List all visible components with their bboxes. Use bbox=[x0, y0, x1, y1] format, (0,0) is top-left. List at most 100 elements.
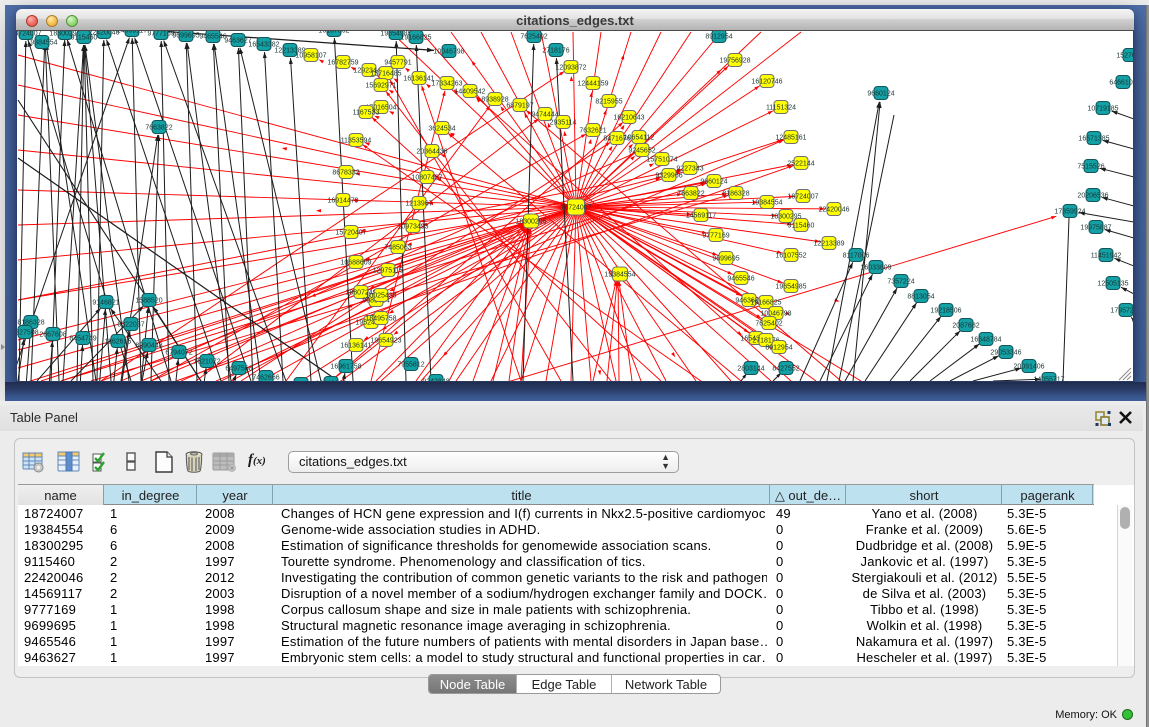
svg-text:11451942: 11451942 bbox=[1091, 253, 1122, 260]
svg-text:9777169: 9777169 bbox=[702, 233, 729, 240]
svg-text:9465546: 9465546 bbox=[727, 276, 754, 283]
svg-text:16782759: 16782759 bbox=[327, 60, 358, 67]
svg-text:8990448: 8990448 bbox=[135, 343, 162, 350]
svg-text:19384554: 19384554 bbox=[751, 200, 782, 207]
svg-text:19756928: 19756928 bbox=[719, 58, 750, 65]
svg-text:19975887: 19975887 bbox=[1080, 225, 1111, 232]
svg-text:18300295: 18300295 bbox=[515, 219, 546, 226]
svg-text:2867608: 2867608 bbox=[39, 332, 66, 339]
svg-text:1527602: 1527602 bbox=[1116, 53, 1134, 60]
svg-text:1162615: 1162615 bbox=[105, 339, 132, 346]
svg-text:20206536: 20206536 bbox=[1077, 193, 1108, 200]
svg-text:9115460: 9115460 bbox=[788, 223, 815, 230]
svg-text:19654985: 19654985 bbox=[775, 284, 806, 291]
svg-text:6466100: 6466100 bbox=[1109, 80, 1134, 87]
svg-text:16107552: 16107552 bbox=[775, 253, 806, 260]
svg-text:15720407: 15720407 bbox=[335, 230, 366, 237]
svg-text:9465546: 9465546 bbox=[199, 34, 226, 41]
svg-text:7462666: 7462666 bbox=[252, 375, 279, 382]
svg-text:8215955: 8215955 bbox=[595, 99, 622, 106]
svg-text:18495758: 18495758 bbox=[365, 316, 396, 323]
svg-text:12505135: 12505135 bbox=[1097, 281, 1128, 288]
svg-text:7625402: 7625402 bbox=[520, 34, 547, 41]
svg-text:12093872: 12093872 bbox=[555, 65, 586, 72]
svg-text:15716485: 15716485 bbox=[370, 71, 401, 78]
svg-text:12485161: 12485161 bbox=[775, 135, 806, 142]
svg-text:7955812: 7955812 bbox=[397, 362, 424, 369]
svg-text:6879197: 6879197 bbox=[506, 103, 533, 110]
svg-text:7625402: 7625402 bbox=[755, 321, 782, 328]
svg-text:7632621: 7632621 bbox=[579, 128, 606, 135]
svg-text:17359924: 17359924 bbox=[1054, 209, 1085, 216]
svg-text:17957225: 17957225 bbox=[1110, 308, 1134, 315]
svg-text:7515526: 7515526 bbox=[1077, 164, 1104, 171]
svg-text:9227343: 9227343 bbox=[676, 166, 703, 173]
svg-text:8186328: 8186328 bbox=[722, 191, 749, 198]
svg-text:12444159: 12444159 bbox=[577, 81, 608, 88]
svg-text:14569117: 14569117 bbox=[686, 213, 717, 220]
svg-text:18724007: 18724007 bbox=[787, 194, 818, 201]
svg-text:9329966: 9329966 bbox=[655, 173, 682, 180]
svg-text:16671385: 16671385 bbox=[1078, 136, 1109, 143]
svg-text:22420046: 22420046 bbox=[818, 207, 849, 214]
svg-text:9660124: 9660124 bbox=[867, 91, 894, 98]
svg-text:16961758: 16961758 bbox=[330, 364, 361, 371]
svg-text:6794072: 6794072 bbox=[165, 350, 192, 357]
svg-text:29053346: 29053346 bbox=[990, 350, 1021, 357]
svg-text:2087682: 2087682 bbox=[952, 323, 979, 330]
svg-text:12975115: 12975115 bbox=[373, 268, 404, 275]
svg-text:15692971: 15692971 bbox=[365, 83, 396, 90]
svg-text:8912954: 8912954 bbox=[705, 34, 732, 41]
svg-text:20364436: 20364436 bbox=[416, 149, 447, 156]
svg-text:8938928: 8938928 bbox=[481, 97, 508, 104]
svg-text:9457791: 9457791 bbox=[384, 60, 411, 67]
svg-text:2522144: 2522144 bbox=[787, 161, 814, 168]
svg-text:8117006: 8117006 bbox=[843, 253, 870, 260]
svg-text:12213389: 12213389 bbox=[813, 241, 844, 248]
svg-text:17334263: 17334263 bbox=[431, 81, 462, 88]
svg-text:10807487: 10807487 bbox=[411, 175, 442, 182]
svg-text:19218506: 19218506 bbox=[930, 308, 961, 315]
svg-text:16210643: 16210643 bbox=[613, 115, 644, 122]
svg-text:10958107: 10958107 bbox=[295, 53, 326, 60]
svg-text:11151324: 11151324 bbox=[766, 105, 796, 112]
svg-text:16107552: 16107552 bbox=[318, 31, 349, 35]
svg-text:19654923: 19654923 bbox=[370, 338, 401, 345]
svg-text:7663822: 7663822 bbox=[145, 125, 172, 132]
svg-text:18724007: 18724007 bbox=[560, 205, 591, 212]
svg-text:16914479: 16914479 bbox=[327, 198, 358, 205]
svg-text:7663822: 7663822 bbox=[677, 191, 704, 198]
svg-text:8427552: 8427552 bbox=[772, 366, 799, 373]
svg-text:2718176: 2718176 bbox=[542, 48, 569, 55]
svg-text:2935114: 2935114 bbox=[550, 120, 577, 127]
svg-text:9699695: 9699695 bbox=[712, 256, 739, 263]
svg-text:7485063: 7485063 bbox=[384, 245, 411, 252]
svg-text:9146821: 9146821 bbox=[92, 300, 119, 307]
svg-text:10025438: 10025438 bbox=[365, 293, 396, 300]
svg-text:16033809: 16033809 bbox=[860, 265, 891, 272]
svg-text:8912954: 8912954 bbox=[765, 345, 792, 352]
svg-text:6497568: 6497568 bbox=[225, 366, 252, 373]
svg-text:9327508: 9327508 bbox=[17, 330, 39, 337]
svg-text:9660124: 9660124 bbox=[700, 179, 727, 186]
svg-text:8813054: 8813054 bbox=[907, 294, 934, 301]
svg-text:9474444: 9474444 bbox=[531, 112, 558, 119]
svg-text:7357224: 7357224 bbox=[887, 279, 914, 286]
svg-text:19384554: 19384554 bbox=[26, 40, 57, 47]
svg-text:11353594: 11353594 bbox=[341, 138, 372, 145]
svg-text:1213967: 1213967 bbox=[405, 201, 432, 208]
svg-text:1621072: 1621072 bbox=[193, 359, 220, 366]
svg-text:8454749: 8454749 bbox=[69, 336, 96, 343]
svg-text:10046798: 10046798 bbox=[433, 49, 464, 56]
svg-text:16136141: 16136141 bbox=[340, 343, 371, 350]
svg-text:16120746: 16120746 bbox=[751, 79, 782, 86]
svg-text:10719185: 10719185 bbox=[1087, 106, 1118, 113]
svg-text:9699695: 9699695 bbox=[172, 33, 199, 40]
svg-text:1167533: 1167533 bbox=[353, 110, 380, 117]
svg-text:2803144: 2803144 bbox=[737, 366, 764, 373]
svg-text:3624534: 3624534 bbox=[428, 126, 455, 133]
svg-text:22420046: 22420046 bbox=[88, 31, 119, 37]
svg-text:14569117: 14569117 bbox=[117, 31, 148, 35]
svg-text:1588520: 1588520 bbox=[135, 298, 162, 305]
svg-text:10688609: 10688609 bbox=[340, 260, 371, 267]
